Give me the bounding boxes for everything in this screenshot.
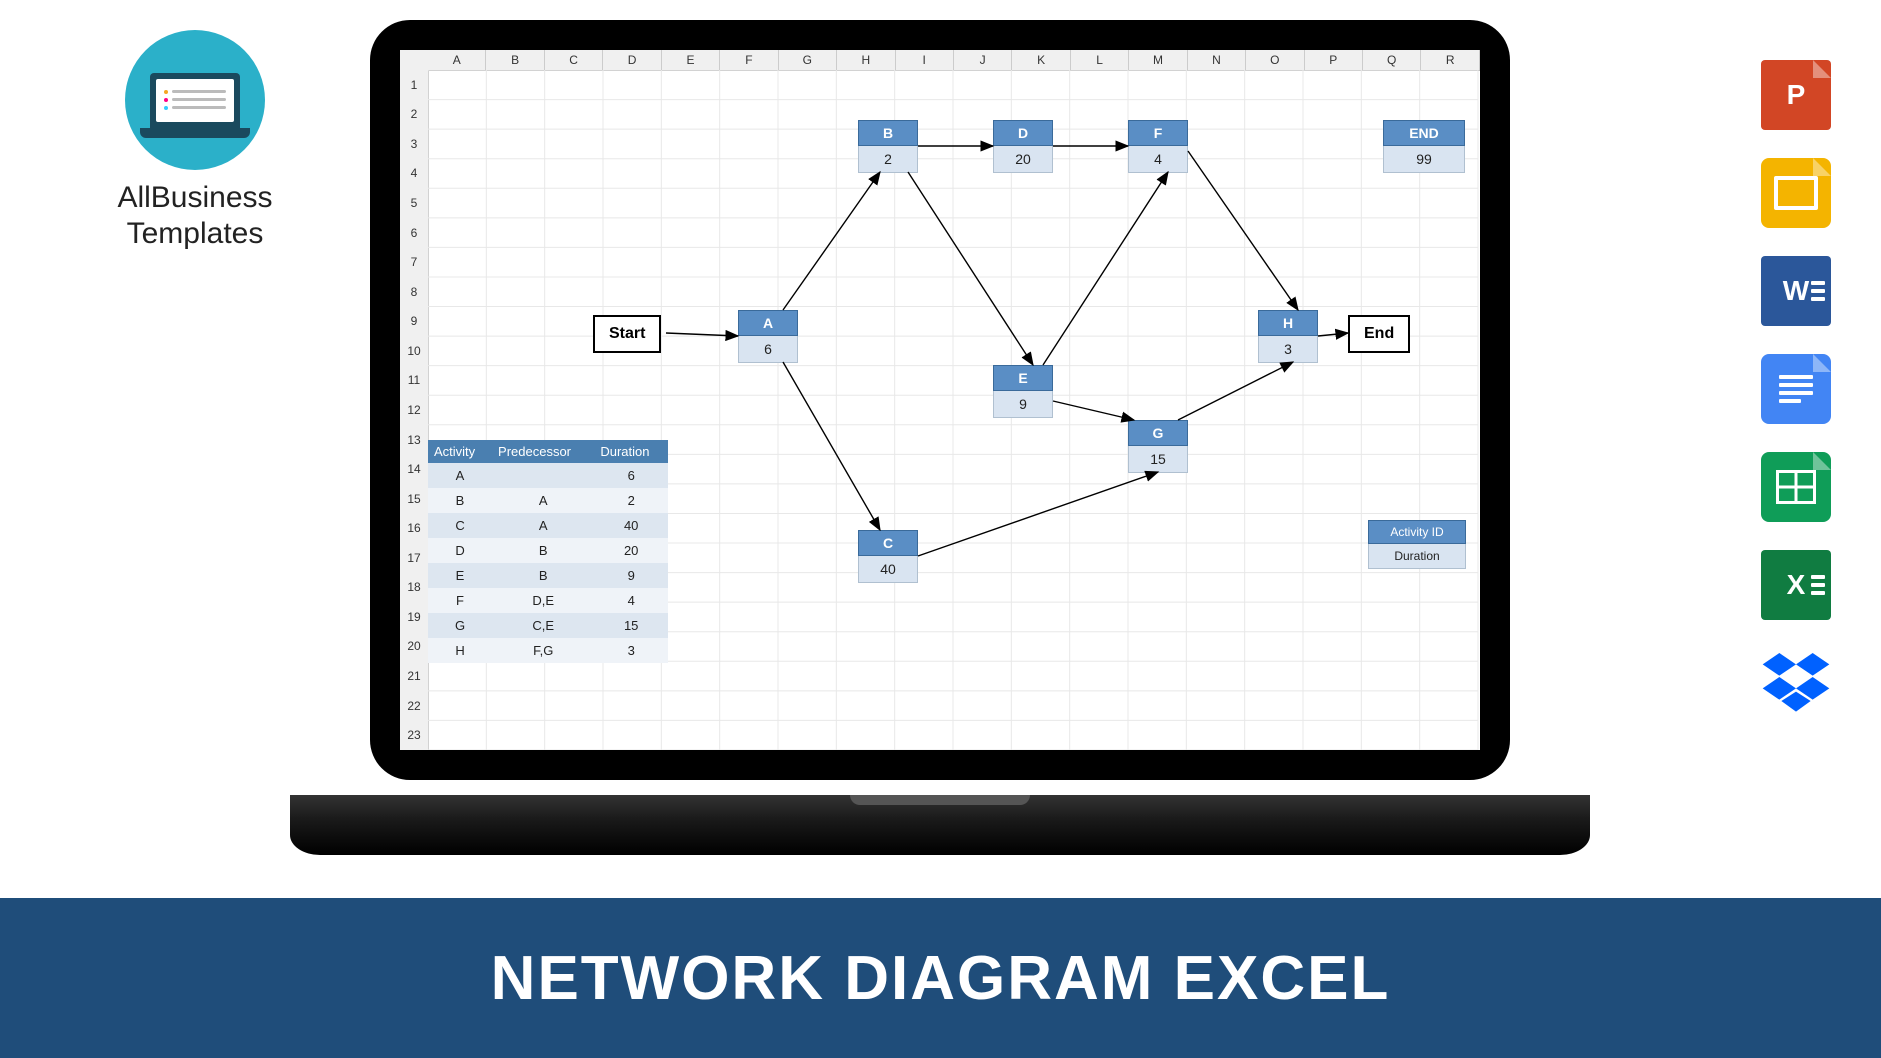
- row-header: 17: [400, 543, 428, 573]
- table-row: DB20: [428, 538, 668, 563]
- col-header: E: [662, 50, 720, 70]
- start-block: Start: [593, 315, 661, 353]
- google-sheets-icon[interactable]: [1761, 452, 1831, 522]
- end-block: End: [1348, 315, 1410, 353]
- row-header: 5: [400, 188, 428, 218]
- col-header: H: [837, 50, 895, 70]
- col-header: N: [1188, 50, 1246, 70]
- activity-node-C: C40: [858, 530, 918, 583]
- col-header: G: [779, 50, 837, 70]
- column-headers: ABCDEFGHIJKLMNOPQR: [428, 50, 1480, 71]
- google-docs-icon[interactable]: [1761, 354, 1831, 424]
- row-header: 18: [400, 573, 428, 603]
- sheet-corner: [400, 50, 429, 71]
- activity-node-G: G15: [1128, 420, 1188, 473]
- page-title: NETWORK DIAGRAM EXCEL: [491, 943, 1391, 1014]
- row-header: 8: [400, 277, 428, 307]
- col-header: Q: [1363, 50, 1421, 70]
- table-row: FD,E4: [428, 588, 668, 613]
- word-icon[interactable]: W: [1761, 256, 1831, 326]
- row-header: 21: [400, 661, 428, 691]
- col-header: J: [954, 50, 1012, 70]
- table-header: Predecessor: [492, 440, 594, 463]
- google-slides-icon[interactable]: [1761, 158, 1831, 228]
- col-header: I: [896, 50, 954, 70]
- grid-area: ActivityPredecessorDuration A6BA2CA40DB2…: [428, 70, 1480, 750]
- row-header: 11: [400, 366, 428, 396]
- end-summary-node: END 99: [1383, 120, 1443, 173]
- col-header: C: [545, 50, 603, 70]
- row-header: 20: [400, 632, 428, 662]
- row-header: 2: [400, 100, 428, 130]
- table-header: Duration: [594, 440, 668, 463]
- row-header: 13: [400, 425, 428, 455]
- col-header: O: [1246, 50, 1304, 70]
- table-header: Activity: [428, 440, 492, 463]
- brand-logo-laptop-icon: [150, 73, 240, 128]
- activity-node-D: D20: [993, 120, 1053, 173]
- dropbox-icon[interactable]: [1761, 648, 1831, 718]
- row-header: 7: [400, 247, 428, 277]
- col-header: D: [603, 50, 661, 70]
- row-header: 22: [400, 691, 428, 721]
- powerpoint-icon[interactable]: P: [1761, 60, 1831, 130]
- row-header: 9: [400, 307, 428, 337]
- row-header: 14: [400, 454, 428, 484]
- brand-logo: AllBusiness Templates: [80, 30, 310, 252]
- row-header: 23: [400, 720, 428, 750]
- activity-node-H: H3: [1258, 310, 1318, 363]
- table-row: HF,G3: [428, 638, 668, 663]
- row-header: 4: [400, 159, 428, 189]
- spreadsheet-screen: ABCDEFGHIJKLMNOPQR 123456789101112131415…: [400, 50, 1480, 750]
- row-header: 16: [400, 513, 428, 543]
- activity-node-E: E9: [993, 365, 1053, 418]
- row-header: 6: [400, 218, 428, 248]
- laptop-mockup: ABCDEFGHIJKLMNOPQR 123456789101112131415…: [370, 20, 1510, 820]
- brand-name: AllBusiness Templates: [80, 180, 310, 252]
- activity-node-B: B2: [858, 120, 918, 173]
- table-row: CA40: [428, 513, 668, 538]
- activity-table: ActivityPredecessorDuration A6BA2CA40DB2…: [428, 440, 668, 663]
- laptop-base: [290, 795, 1590, 855]
- table-row: A6: [428, 463, 668, 488]
- row-header: 1: [400, 70, 428, 100]
- row-header: 3: [400, 129, 428, 159]
- row-header: 15: [400, 484, 428, 514]
- col-header: K: [1012, 50, 1070, 70]
- col-header: F: [720, 50, 778, 70]
- table-row: EB9: [428, 563, 668, 588]
- table-row: BA2: [428, 488, 668, 513]
- excel-icon[interactable]: X: [1761, 550, 1831, 620]
- activity-node-A: A6: [738, 310, 798, 363]
- col-header: M: [1129, 50, 1187, 70]
- col-header: R: [1421, 50, 1479, 70]
- row-header: 10: [400, 336, 428, 366]
- col-header: P: [1305, 50, 1363, 70]
- col-header: B: [486, 50, 544, 70]
- col-header: L: [1071, 50, 1129, 70]
- row-header: 12: [400, 395, 428, 425]
- row-header: 19: [400, 602, 428, 632]
- brand-logo-circle: [125, 30, 265, 170]
- table-row: GC,E15: [428, 613, 668, 638]
- row-headers: 1234567891011121314151617181920212223: [400, 70, 429, 750]
- legend-node: Activity ID Duration: [1368, 520, 1428, 569]
- col-header: A: [428, 50, 486, 70]
- activity-node-F: F4: [1128, 120, 1188, 173]
- title-band: NETWORK DIAGRAM EXCEL: [0, 898, 1881, 1058]
- app-icons-sidebar: P W X: [1761, 60, 1831, 718]
